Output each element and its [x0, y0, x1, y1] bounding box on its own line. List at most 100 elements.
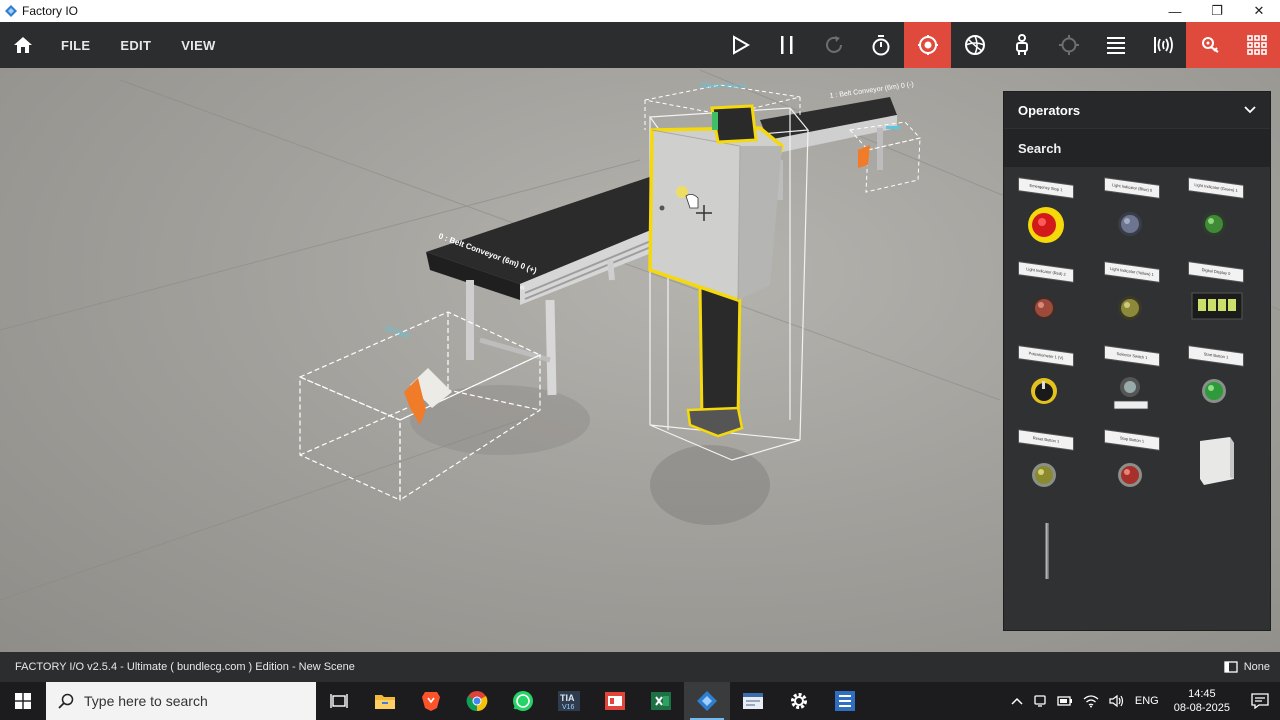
taskbar-tia-portal[interactable]: TIA V16 — [546, 682, 592, 720]
factory-io-logo-icon — [5, 5, 17, 17]
pause-button[interactable] — [763, 22, 810, 68]
restore-icon: ❐ — [1211, 3, 1223, 18]
list-icon — [1106, 37, 1125, 54]
sensor-button[interactable] — [1045, 22, 1092, 68]
orbit-camera-button[interactable] — [904, 22, 951, 68]
pause-icon — [780, 36, 792, 54]
operator-stand-pole[interactable] — [1008, 513, 1088, 593]
taskbar-factory-io[interactable] — [684, 682, 730, 720]
play-icon — [732, 35, 750, 55]
diffuse-sensor-label: Diffuse Sensor — [700, 83, 746, 90]
operator-emergency-stop[interactable]: Emergency Stop 1 — [1008, 177, 1088, 257]
window-icon — [743, 693, 763, 709]
home-icon — [14, 37, 32, 53]
clock-time: 14:45 — [1188, 688, 1216, 700]
belt-conveyor-back[interactable]: 1 : Belt Conveyor (6m) 0 (-) — [760, 81, 914, 200]
play-button[interactable] — [716, 22, 763, 68]
stopwatch-button[interactable] — [857, 22, 904, 68]
first-person-icon — [1015, 34, 1028, 55]
start-button[interactable] — [0, 682, 46, 720]
operator-stop-button[interactable]: Stop Button 1 — [1094, 429, 1174, 509]
svg-text:V16: V16 — [562, 704, 575, 711]
close-button[interactable]: ✕ — [1238, 0, 1280, 22]
taskbar-whatsapp[interactable] — [500, 682, 546, 720]
taskbar-factory-io-alt[interactable] — [822, 682, 868, 720]
tags-button[interactable] — [1139, 22, 1186, 68]
operators-panel-header[interactable]: Operators — [1004, 92, 1270, 128]
notification-center-button[interactable] — [1240, 693, 1280, 709]
operator-digital-display[interactable]: Digital Display 0 — [1178, 261, 1258, 341]
operator-light-green[interactable]: Light Indicator (Green) 1 — [1178, 177, 1258, 257]
window-title-bar: Factory IO — ❐ ✕ — [0, 0, 1280, 22]
electrical-box-icon — [1200, 437, 1234, 485]
taskbar-excel[interactable] — [638, 682, 684, 720]
list-button[interactable] — [1092, 22, 1139, 68]
operator-potentiometer[interactable]: Potentiometer 1 (V) — [1008, 345, 1088, 425]
tray-clock[interactable]: 14:45 08-08-2025 — [1164, 687, 1240, 715]
orbit-camera-icon — [917, 35, 938, 55]
taskbar-task-view[interactable] — [316, 682, 362, 720]
excel-icon — [651, 692, 671, 710]
taskbar-chrome[interactable] — [454, 682, 500, 720]
close-icon: ✕ — [1253, 3, 1265, 18]
wifi-icon — [1083, 695, 1099, 708]
factory-io-alt-icon — [835, 691, 855, 711]
restore-button[interactable]: ❐ — [1196, 0, 1238, 22]
tia-portal-icon: TIAV16 — [558, 691, 580, 711]
tray-language[interactable]: ENG — [1130, 695, 1164, 707]
sensor-icon — [1058, 35, 1079, 55]
tray-network[interactable] — [1078, 694, 1104, 708]
tray-meet[interactable] — [1028, 694, 1052, 708]
menu-view[interactable]: VIEW — [166, 38, 230, 53]
status-right[interactable]: None — [1224, 661, 1280, 673]
menu-edit[interactable]: EDIT — [105, 38, 166, 53]
whatsapp-icon — [513, 691, 533, 711]
reset-button[interactable] — [810, 22, 857, 68]
grid-icon — [1246, 35, 1267, 55]
taskbar-search[interactable]: Type here to search — [46, 682, 316, 720]
taskbar-file-explorer[interactable] — [362, 682, 408, 720]
volume-icon — [1109, 694, 1123, 708]
operators-search[interactable]: Search — [1004, 129, 1270, 167]
taskbar-brave[interactable] — [408, 682, 454, 720]
fly-camera-button[interactable] — [951, 22, 998, 68]
webcam-icon — [1034, 695, 1046, 707]
status-text: FACTORY I/O v2.5.4 - Ultimate ( bundlecg… — [15, 661, 355, 673]
operators-panel: Operators Search Emergency Stop 1 Light … — [1003, 91, 1271, 631]
taskbar-plcsim[interactable] — [592, 682, 638, 720]
operator-selector-switch[interactable]: Selector Switch 1 — [1094, 345, 1174, 425]
taskbar-window[interactable] — [730, 682, 776, 720]
notification-icon — [1251, 693, 1269, 709]
home-button[interactable] — [0, 22, 46, 68]
chevron-down-icon[interactable] — [1244, 106, 1256, 114]
plcsim-icon — [605, 692, 625, 710]
tray-volume[interactable] — [1104, 694, 1130, 708]
task-view-icon — [330, 694, 348, 708]
tray-overflow-button[interactable] — [1006, 697, 1028, 705]
operator-electrical-box[interactable] — [1178, 429, 1258, 509]
operators-panel-title: Operators — [1018, 102, 1081, 118]
operator-light-blue[interactable]: Light Indicator (Blue) 0 — [1094, 177, 1174, 257]
operator-light-yellow[interactable]: Light Indicator (Yellow) 1 — [1094, 261, 1174, 341]
windows-logo-icon — [15, 693, 31, 709]
camera-mode-icon — [1224, 661, 1238, 673]
system-tray: ENG 14:45 08-08-2025 — [1006, 682, 1280, 720]
tray-battery[interactable] — [1052, 695, 1078, 707]
window-title: Factory IO — [22, 4, 79, 18]
drivers-button[interactable] — [1186, 22, 1233, 68]
taskbar-settings[interactable] — [776, 682, 822, 720]
grid-button[interactable] — [1233, 22, 1280, 68]
settings-icon — [791, 693, 807, 709]
first-person-button[interactable] — [998, 22, 1045, 68]
taskbar-search-placeholder: Type here to search — [84, 693, 208, 709]
svg-text:TIA: TIA — [560, 693, 575, 703]
operator-reset-button[interactable]: Reset Button 1 — [1008, 429, 1088, 509]
operator-start-button[interactable]: Start Button 1 — [1178, 345, 1258, 425]
operator-light-red[interactable]: Light Indicator (Red) 2 — [1008, 261, 1088, 341]
brave-icon — [422, 692, 440, 711]
minimize-button[interactable]: — — [1154, 0, 1196, 22]
factory-io-icon — [697, 691, 717, 711]
menu-file[interactable]: FILE — [46, 38, 105, 53]
conveyor-back-label: 1 : Belt Conveyor (6m) 0 (-) — [829, 81, 914, 100]
chrome-icon — [466, 691, 488, 712]
